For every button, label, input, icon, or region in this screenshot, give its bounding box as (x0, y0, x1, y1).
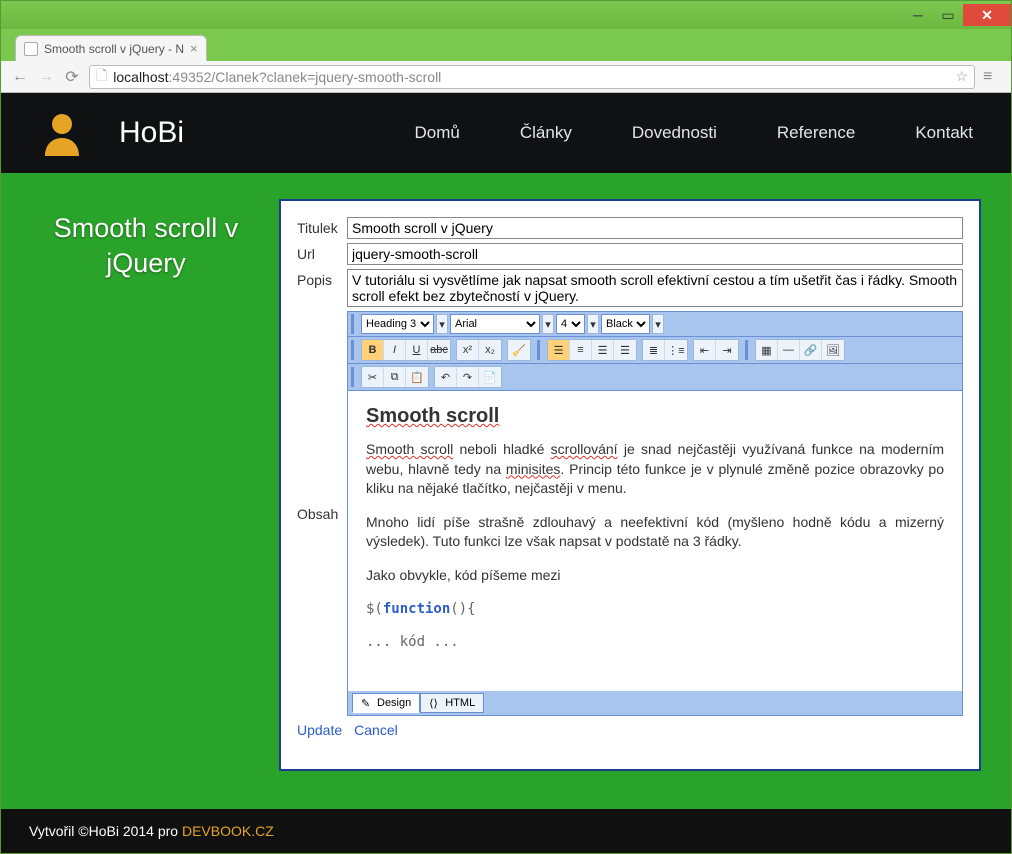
toolbar-grip-icon[interactable] (351, 340, 358, 360)
browser-tabstrip: Smooth scroll v jQuery - N × (1, 29, 1011, 61)
nav-clanky[interactable]: Články (520, 123, 572, 143)
italic-button[interactable]: I (384, 340, 406, 360)
window-maximize-button[interactable]: ▭ (933, 4, 963, 26)
align-left-button[interactable]: ☰ (548, 340, 570, 360)
nav-domu[interactable]: Domů (415, 123, 460, 143)
footer-link[interactable]: DEVBOOK.CZ (182, 823, 274, 839)
label-url: Url (297, 243, 347, 265)
reload-icon[interactable]: ⟳ (63, 68, 81, 86)
color-dropdown-icon[interactable]: ▾ (652, 314, 664, 334)
update-link[interactable]: Update (297, 722, 342, 738)
bold-button[interactable]: B (362, 340, 384, 360)
url-path: :49352/Clanek?clanek=jquery-smooth-scrol… (169, 69, 442, 85)
outdent-button[interactable]: ⇤ (694, 340, 716, 360)
superscript-button[interactable]: x² (457, 340, 479, 360)
font-dropdown-icon[interactable]: ▾ (542, 314, 554, 334)
nav-dovednosti[interactable]: Dovednosti (632, 123, 717, 143)
nav-kontakt[interactable]: Kontakt (915, 123, 973, 143)
cancel-link[interactable]: Cancel (354, 722, 398, 738)
insert-link-button[interactable]: 🔗 (800, 340, 822, 360)
content-paragraph: Mnoho lidí píše strašně zdlouhavý a neef… (366, 513, 944, 552)
browser-toolbar: ← → ⟳ 🗋 localhost :49352/Clanek?clanek=j… (1, 61, 1011, 93)
unordered-list-button[interactable]: ⋮≡ (665, 340, 687, 360)
site-header: HoBi Domů Články Dovednosti Reference Ko… (1, 93, 1011, 173)
site-brand: HoBi (119, 116, 184, 150)
align-center-button[interactable]: ≡ (570, 340, 592, 360)
input-popis[interactable]: V tutoriálu si vysvětlíme jak napsat smo… (347, 269, 963, 307)
mode-design-tab[interactable]: ✎ Design (352, 693, 420, 713)
page-title: Smooth scroll v jQuery (31, 199, 261, 787)
paste-button[interactable]: 📋 (406, 367, 428, 387)
back-icon[interactable]: ← (11, 68, 29, 86)
undo-button[interactable]: ↶ (435, 367, 457, 387)
copy-button[interactable]: ⧉ (384, 367, 406, 387)
label-titulek: Titulek (297, 217, 347, 239)
editor-content-area[interactable]: Smooth scroll Smooth scroll neboli hladk… (348, 391, 962, 691)
content-paragraph: Jako obvykle, kód píšeme mezi (366, 566, 944, 586)
code-line: $(function(){ (366, 600, 944, 620)
pencil-icon: ✎ (361, 697, 373, 709)
redo-button[interactable]: ↷ (457, 367, 479, 387)
paste-word-button[interactable]: 📄 (479, 367, 501, 387)
input-titulek[interactable] (347, 217, 963, 239)
align-justify-button[interactable]: ☰ (614, 340, 636, 360)
edit-panel: Titulek Url Popis V tutoriálu si vysvětl… (279, 199, 981, 771)
bookmark-star-icon[interactable]: ☆ (955, 68, 968, 85)
toolbar-grip-icon[interactable] (745, 340, 752, 360)
browser-tab[interactable]: Smooth scroll v jQuery - N × (15, 35, 207, 61)
site-footer: Vytvořil ©HoBi 2014 pro DEVBOOK.CZ (1, 809, 1011, 853)
tab-title: Smooth scroll v jQuery - N (44, 42, 184, 56)
window-close-button[interactable]: ✕ (963, 4, 1011, 26)
url-host: localhost (113, 69, 168, 85)
underline-button[interactable]: U (406, 340, 428, 360)
strike-button[interactable]: abc (428, 340, 450, 360)
toolbar-grip-icon[interactable] (537, 340, 544, 360)
label-obsah: Obsah (297, 311, 347, 716)
rich-text-editor: Heading 3▾ Arial▾ 4▾ Black▾ B I U abc (347, 311, 963, 716)
select-font[interactable]: Arial (450, 314, 540, 334)
tab-close-icon[interactable]: × (190, 41, 198, 56)
insert-image-button[interactable]: 🖼 (822, 340, 844, 360)
label-popis: Popis (297, 269, 347, 307)
code-icon: ⟨⟩ (429, 697, 441, 709)
input-url[interactable] (347, 243, 963, 265)
align-right-button[interactable]: ☰ (592, 340, 614, 360)
insert-hr-button[interactable]: — (778, 340, 800, 360)
clear-format-button[interactable]: 🧹 (508, 340, 530, 360)
content-heading: Smooth scroll (366, 405, 944, 428)
select-color[interactable]: Black (601, 314, 650, 334)
subscript-button[interactable]: x₂ (479, 340, 501, 360)
window-titlebar: ─ ▭ ✕ (1, 1, 1011, 29)
favicon-icon (24, 42, 38, 56)
browser-menu-icon[interactable]: ≡ (983, 68, 1001, 86)
toolbar-grip-icon[interactable] (351, 314, 358, 334)
ordered-list-button[interactable]: ≣ (643, 340, 665, 360)
content-paragraph: Smooth scroll neboli hladké scrollování … (366, 440, 944, 499)
nav-reference[interactable]: Reference (777, 123, 855, 143)
mode-html-tab[interactable]: ⟨⟩ HTML (420, 693, 484, 713)
toolbar-grip-icon[interactable] (351, 367, 358, 387)
cut-button[interactable]: ✂ (362, 367, 384, 387)
format-dropdown-icon[interactable]: ▾ (436, 314, 448, 334)
code-line: ... kód ... (366, 633, 944, 653)
address-bar[interactable]: 🗋 localhost :49352/Clanek?clanek=jquery-… (89, 65, 975, 89)
select-size[interactable]: 4 (556, 314, 585, 334)
forward-icon[interactable]: → (37, 68, 55, 86)
user-avatar-icon (39, 110, 85, 156)
indent-button[interactable]: ⇥ (716, 340, 738, 360)
window-minimize-button[interactable]: ─ (903, 4, 933, 26)
doc-icon: 🗋 (96, 65, 107, 89)
select-format[interactable]: Heading 3 (361, 314, 434, 334)
size-dropdown-icon[interactable]: ▾ (587, 314, 599, 334)
insert-table-button[interactable]: ▦ (756, 340, 778, 360)
